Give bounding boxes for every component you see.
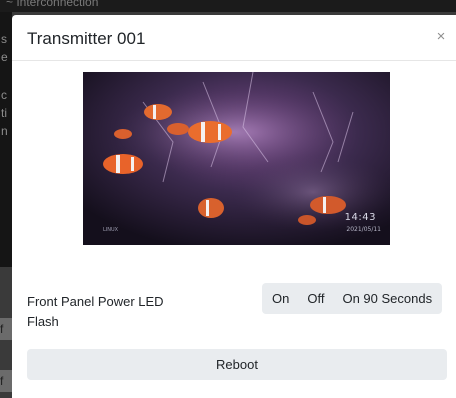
led-on-button[interactable]: On — [262, 283, 298, 314]
transmitter-modal: Transmitter 001 × 14:43 2021/05/11 LINUX… — [12, 15, 456, 398]
led-flash-button-group: On Off On 90 Seconds — [262, 283, 443, 314]
reboot-button[interactable]: Reboot — [27, 349, 447, 380]
led-flash-label: Front Panel Power LED Flash — [27, 294, 164, 329]
background-char: e — [1, 50, 8, 64]
background-char: n — [1, 124, 8, 138]
led-off-button[interactable]: Off — [298, 283, 333, 314]
background-chip-text: f — [0, 374, 4, 388]
video-timestamp-date: 2021/05/11 — [346, 226, 381, 233]
video-preview: 14:43 2021/05/11 LINUX — [83, 72, 390, 245]
video-timestamp-time: 14:43 — [344, 212, 376, 223]
led-on-90-seconds-button[interactable]: On 90 Seconds — [333, 283, 442, 314]
background-char: c — [1, 88, 7, 102]
background-heading-fragment: ~ Interconnection — [6, 0, 99, 9]
background-header-strip: ~ Interconnection — [0, 0, 456, 12]
video-channel-logo: LINUX — [103, 227, 119, 233]
background-char: ti — [1, 106, 7, 120]
modal-title: Transmitter 001 — [27, 29, 146, 48]
modal-header: Transmitter 001 × — [12, 15, 456, 61]
background-char: s — [1, 32, 7, 46]
close-icon[interactable]: × — [434, 29, 448, 45]
background-chip-text: f — [0, 322, 4, 336]
